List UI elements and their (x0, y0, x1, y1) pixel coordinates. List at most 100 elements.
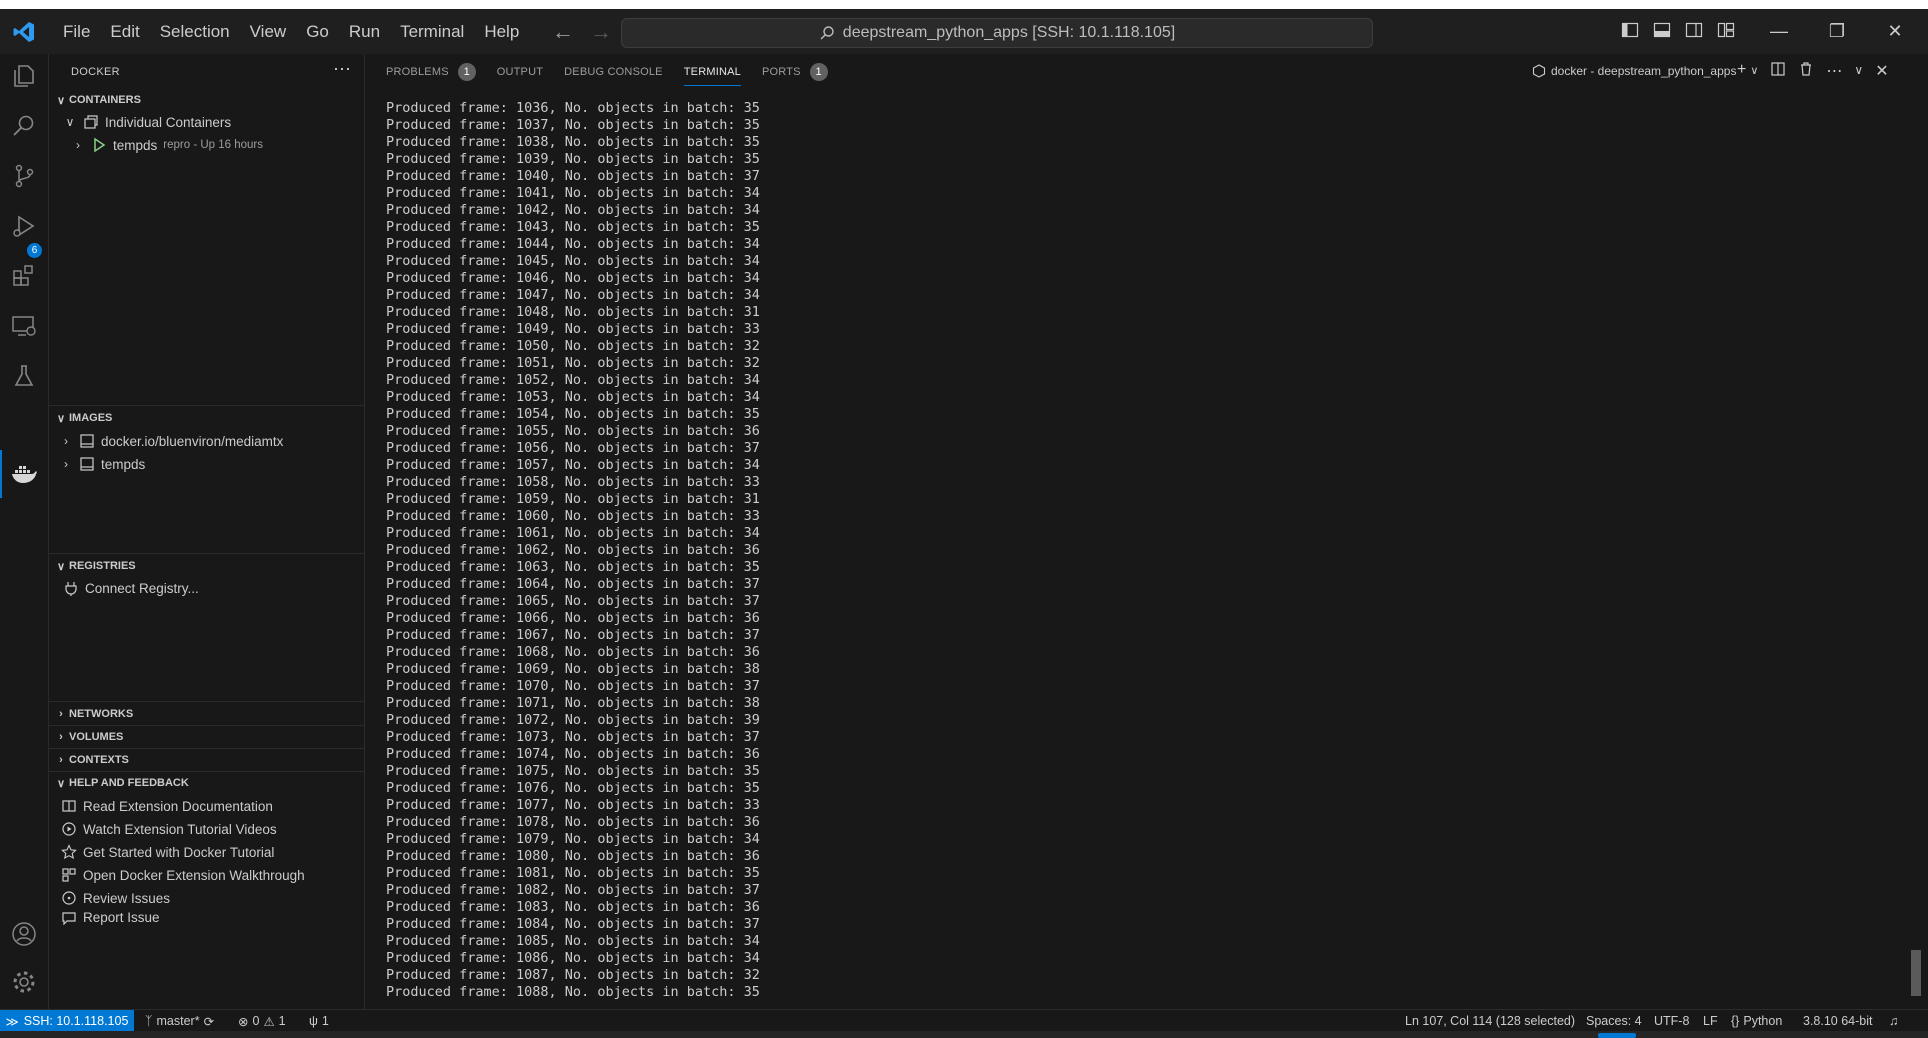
connect-registry-item[interactable]: Connect Registry... (63, 577, 199, 599)
sync-icon[interactable]: ⟳ (204, 1014, 214, 1029)
terminal-output[interactable]: Produced frame: 1036, No. objects in bat… (386, 100, 1886, 1008)
section-containers[interactable]: ∨ CONTAINERS (49, 89, 364, 111)
terminal-line: Produced frame: 1069, No. objects in bat… (386, 661, 760, 677)
remote-indicator[interactable]: ≫ SSH: 10.1.118.105 (0, 1010, 134, 1032)
trash-icon[interactable] (1798, 61, 1814, 77)
help-item-report-issue[interactable]: Report Issue (61, 910, 160, 925)
terminal-line: Produced frame: 1057, No. objects in bat… (386, 457, 760, 473)
end-of-line[interactable]: LF (1703, 1010, 1718, 1032)
search-icon (820, 26, 834, 40)
testing-icon[interactable] (10, 362, 38, 390)
terminal-instance-selector[interactable]: docker - deepstream_python_apps (1532, 64, 1736, 78)
new-terminal-icon[interactable]: + (1737, 61, 1746, 81)
section-help-feedback[interactable]: ∨ HELP AND FEEDBACK (49, 772, 364, 794)
tab-terminal[interactable]: TERMINAL (683, 54, 742, 90)
help-item-docker-tutorial[interactable]: Get Started with Docker Tutorial (61, 841, 274, 863)
indentation-label: Spaces: 4 (1586, 1014, 1642, 1028)
more-actions-icon[interactable]: ⋯ (333, 59, 351, 80)
toggle-panel-icon[interactable] (1653, 21, 1671, 39)
image-name: tempds (101, 456, 146, 472)
containers-group-icon (84, 115, 98, 129)
tree-label: Individual Containers (105, 114, 232, 130)
terminal-line: Produced frame: 1062, No. objects in bat… (386, 542, 760, 558)
maximize-panel-icon[interactable]: ∨ (1854, 61, 1863, 81)
menu-edit[interactable]: Edit (100, 9, 149, 54)
more-actions-icon[interactable]: ⋯ (1826, 61, 1842, 81)
chevron-down-icon[interactable]: ∨ (1750, 61, 1758, 81)
menu-bar: File Edit Selection View Go Run Terminal… (53, 9, 529, 54)
close-panel-icon[interactable]: ✕ (1875, 61, 1888, 81)
terminal-line: Produced frame: 1072, No. objects in bat… (386, 712, 760, 728)
minimize-icon[interactable]: — (1750, 21, 1808, 42)
source-control-icon[interactable] (10, 162, 38, 190)
remote-explorer-icon[interactable] (10, 312, 38, 340)
section-label: HELP AND FEEDBACK (69, 777, 189, 789)
help-item-walkthrough[interactable]: Open Docker Extension Walkthrough (61, 864, 305, 886)
back-arrow-icon[interactable]: ← (552, 19, 574, 45)
toggle-primary-sidebar-icon[interactable] (1621, 21, 1639, 39)
language-mode[interactable]: {} Python (1731, 1010, 1782, 1032)
tab-ports[interactable]: PORTS 1 (762, 54, 828, 90)
help-item-tutorial-videos[interactable]: Watch Extension Tutorial Videos (61, 818, 277, 840)
help-item-review-issues[interactable]: Review Issues (61, 887, 170, 909)
command-center[interactable]: deepstream_python_apps [SSH: 10.1.118.10… (621, 18, 1373, 48)
tree-group-individual-containers[interactable]: ∨ Individual Containers (63, 111, 231, 133)
forward-arrow-icon[interactable]: → (590, 19, 612, 45)
search-icon[interactable] (10, 112, 38, 140)
settings-gear-icon[interactable] (10, 968, 38, 996)
tab-problems[interactable]: PROBLEMS 1 (386, 54, 476, 90)
section-registries[interactable]: ∨ REGISTRIES (49, 555, 364, 577)
run-debug-icon[interactable] (10, 212, 38, 240)
toggle-secondary-sidebar-icon[interactable] (1685, 21, 1703, 39)
section-contexts[interactable]: › CONTEXTS (49, 749, 364, 771)
menu-run[interactable]: Run (339, 9, 390, 54)
terminal-line: Produced frame: 1051, No. objects in bat… (386, 355, 760, 371)
help-label: Read Extension Documentation (83, 798, 273, 814)
problems-summary[interactable]: ⊗ 0 ⚠ 1 (238, 1010, 286, 1032)
split-terminal-icon[interactable] (1770, 61, 1786, 77)
git-branch[interactable]: ᛉ master* ⟳ (145, 1010, 214, 1032)
container-item-tempds[interactable]: › tempds repro - Up 16 hours (71, 134, 263, 156)
terminal-scrollbar[interactable] (1911, 950, 1921, 996)
menu-view[interactable]: View (240, 9, 297, 54)
menu-file[interactable]: File (53, 9, 100, 54)
sidebar-title: DOCKER (71, 66, 120, 78)
indentation[interactable]: Spaces: 4 (1586, 1010, 1642, 1032)
terminal-line: Produced frame: 1066, No. objects in bat… (386, 610, 760, 626)
terminal-line: Produced frame: 1036, No. objects in bat… (386, 100, 760, 116)
terminal-line: Produced frame: 1074, No. objects in bat… (386, 746, 760, 762)
explorer-icon[interactable] (10, 62, 38, 90)
tab-debug-console[interactable]: DEBUG CONSOLE (564, 54, 663, 90)
customize-layout-icon[interactable] (1717, 21, 1735, 39)
tab-output[interactable]: OUTPUT (497, 54, 543, 90)
terminal-line: Produced frame: 1055, No. objects in bat… (386, 423, 760, 439)
terminal-line: Produced frame: 1049, No. objects in bat… (386, 321, 760, 337)
section-volumes[interactable]: › VOLUMES (49, 726, 364, 748)
error-icon: ⊗ (238, 1014, 249, 1029)
close-icon[interactable]: ✕ (1866, 21, 1924, 42)
warning-icon: ⚠ (263, 1014, 275, 1029)
terminal-line: Produced frame: 1075, No. objects in bat… (386, 763, 760, 779)
chevron-down-icon: ∨ (56, 777, 66, 790)
section-images[interactable]: ∨ IMAGES (49, 407, 364, 429)
menu-selection[interactable]: Selection (150, 9, 240, 54)
status-bar: ≫ SSH: 10.1.118.105 ᛉ master* ⟳ ⊗ 0 ⚠ 1 … (0, 1009, 1928, 1032)
account-icon[interactable] (10, 920, 38, 948)
section-networks[interactable]: › NETWORKS (49, 703, 364, 725)
cursor-position[interactable]: Ln 107, Col 114 (128 selected) (1405, 1010, 1575, 1032)
extensions-icon[interactable] (10, 262, 38, 290)
image-item-tempds[interactable]: › tempds (59, 453, 145, 475)
menu-help[interactable]: Help (474, 9, 529, 54)
python-interpreter[interactable]: 3.8.10 64-bit (1803, 1010, 1873, 1032)
help-label: Review Issues (83, 890, 171, 906)
forwarded-ports[interactable]: ψ 1 (309, 1010, 329, 1032)
menu-go[interactable]: Go (296, 9, 339, 54)
docker-icon[interactable] (10, 460, 38, 488)
image-item-mediamtx[interactable]: › docker.io/bluenviron/mediamtx (59, 430, 283, 452)
encoding[interactable]: UTF-8 (1654, 1010, 1689, 1032)
restore-icon[interactable]: ❐ (1808, 21, 1866, 42)
help-item-read-docs[interactable]: Read Extension Documentation (61, 795, 273, 817)
terminal-line: Produced frame: 1043, No. objects in bat… (386, 219, 760, 235)
menu-terminal[interactable]: Terminal (390, 9, 474, 54)
notifications[interactable]: ♫ (1889, 1010, 1898, 1032)
